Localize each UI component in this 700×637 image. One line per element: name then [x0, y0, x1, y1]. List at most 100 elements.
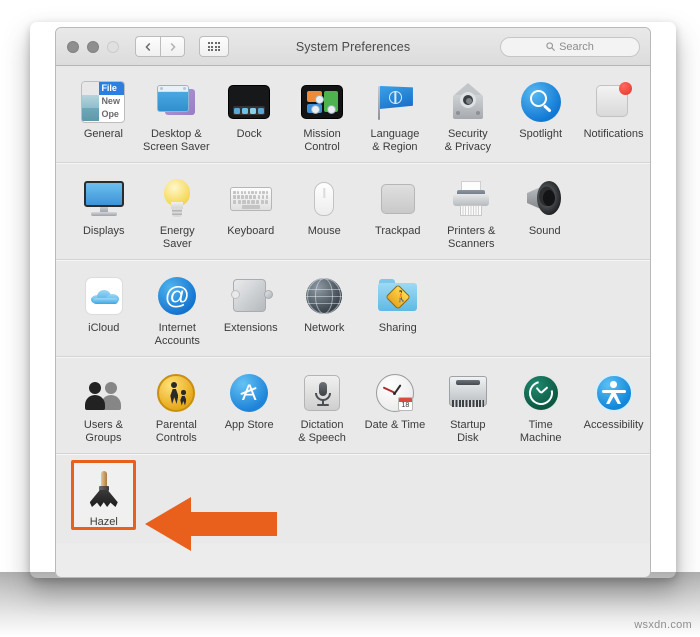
pref-item-spotlight[interactable]: Spotlight — [504, 78, 577, 153]
pref-item-extensions[interactable]: Extensions — [214, 272, 288, 347]
date-time-icon: 18 — [373, 371, 417, 415]
pref-item-security-privacy[interactable]: Security & Privacy — [431, 78, 504, 153]
security-privacy-icon — [446, 80, 490, 124]
pref-item-label: Spotlight — [519, 128, 563, 140]
pref-item-internet-accounts[interactable]: @ Internet Accounts — [141, 272, 215, 347]
pref-item-sound[interactable]: Sound — [508, 175, 582, 250]
pref-item-dictation-speech[interactable]: Dictation & Speech — [286, 369, 359, 444]
sound-icon — [523, 177, 567, 221]
pref-item-label: Network — [304, 322, 345, 334]
pref-item-label: Mission Control — [303, 128, 341, 153]
pref-item-label: Extensions — [223, 322, 278, 334]
printers-scanners-icon — [449, 177, 493, 221]
pref-item-trackpad[interactable]: Trackpad — [361, 175, 435, 250]
pref-item-printers-scanners[interactable]: Printers & Scanners — [435, 175, 509, 250]
pref-item-app-store[interactable]: A App Store — [213, 369, 286, 444]
pref-item-time-machine[interactable]: Time Machine — [504, 369, 577, 444]
notifications-icon — [592, 80, 636, 124]
pref-item-label: Parental Controls — [155, 419, 197, 444]
pref-item-label: Desktop & Screen Saver — [142, 128, 210, 153]
pref-item-dock[interactable]: Dock — [213, 78, 286, 153]
pref-item-sharing[interactable]: 🚶 Sharing — [361, 272, 435, 347]
pref-item-notifications[interactable]: Notifications — [577, 78, 650, 153]
pref-item-hazel[interactable]: Hazel — [67, 460, 141, 530]
pref-item-parental-controls[interactable]: Parental Controls — [140, 369, 213, 444]
pref-item-label: Dictation & Speech — [298, 419, 346, 444]
hazel-icon — [82, 468, 126, 512]
preference-pane-grid: File New Ope General Desktop & Screen Sa… — [56, 66, 650, 543]
pref-item-label: Printers & Scanners — [447, 225, 496, 250]
pref-item-mouse[interactable]: Mouse — [288, 175, 362, 250]
page-background: System Preferences Search File New Ope G… — [0, 0, 700, 637]
pref-item-network[interactable]: Network — [288, 272, 362, 347]
pref-item-label: Hazel — [89, 516, 118, 528]
users-groups-icon — [81, 371, 125, 415]
chevron-right-icon — [170, 42, 175, 51]
extensions-icon — [229, 274, 273, 318]
pref-item-label: Trackpad — [375, 225, 421, 237]
back-button[interactable] — [135, 36, 160, 57]
pref-item-label: General — [83, 128, 123, 140]
trackpad-icon — [376, 177, 420, 221]
pref-item-keyboard[interactable]: Keyboard — [214, 175, 288, 250]
pref-item-label: iCloud — [88, 322, 120, 334]
watermark-text: wsxdn.com — [634, 619, 692, 631]
desktop-backdrop — [0, 572, 700, 637]
desktop-screensaver-icon — [154, 80, 198, 124]
forward-button[interactable] — [160, 36, 185, 57]
pref-item-desktop-screen-saver[interactable]: Desktop & Screen Saver — [140, 78, 213, 153]
grid-icon — [207, 41, 221, 52]
pref-item-label: Dock — [236, 128, 262, 140]
navigation-buttons — [135, 36, 185, 57]
zoom-button[interactable] — [107, 40, 119, 53]
pref-item-label: Notifications — [583, 128, 644, 140]
pref-item-label: Date & Time — [364, 419, 426, 431]
icloud-icon — [82, 274, 126, 318]
general-icon: File New Ope — [81, 80, 126, 124]
pref-item-label: Internet Accounts — [154, 322, 200, 347]
pref-item-icloud[interactable]: iCloud — [67, 272, 141, 347]
pref-item-mission-control[interactable]: Mission Control — [286, 78, 359, 153]
mission-control-icon — [300, 80, 344, 124]
close-button[interactable] — [67, 40, 79, 53]
dock-icon — [227, 80, 271, 124]
pref-item-users-groups[interactable]: Users & Groups — [67, 369, 140, 444]
pref-item-label: Time Machine — [519, 419, 562, 444]
pref-item-label: Mouse — [307, 225, 341, 237]
pref-item-label: Startup Disk — [450, 419, 486, 444]
pref-item-label: Energy Saver — [159, 225, 195, 250]
mouse-icon — [302, 177, 346, 221]
pref-item-energy-saver[interactable]: Energy Saver — [141, 175, 215, 250]
chevron-left-icon — [145, 42, 151, 51]
search-placeholder: Search — [559, 40, 594, 53]
pref-row-hardware: Displays Energy Saver Keyboard Mouse Tra… — [56, 163, 650, 260]
minimize-button[interactable] — [87, 40, 99, 53]
pref-item-label: Accessibility — [583, 419, 644, 431]
pref-item-label: Sharing — [378, 322, 417, 334]
pref-item-startup-disk[interactable]: Startup Disk — [431, 369, 504, 444]
pref-item-displays[interactable]: Displays — [67, 175, 141, 250]
annotation-arrow — [145, 497, 277, 551]
pref-item-language-region[interactable]: Language & Region — [359, 78, 432, 153]
pref-item-label: App Store — [224, 419, 274, 431]
pref-item-accessibility[interactable]: Accessibility — [577, 369, 650, 444]
accessibility-icon — [592, 371, 636, 415]
search-icon — [546, 42, 555, 51]
pref-item-label: Displays — [82, 225, 125, 237]
dictation-speech-icon — [300, 371, 344, 415]
search-field[interactable]: Search — [500, 36, 640, 57]
network-icon — [302, 274, 346, 318]
internet-accounts-icon: @ — [155, 274, 199, 318]
parental-controls-icon — [154, 371, 198, 415]
pref-item-label: Sound — [528, 225, 561, 237]
pref-item-date-time[interactable]: 18 Date & Time — [359, 369, 432, 444]
pref-row-internet: iCloud @ Internet Accounts Extensions Ne… — [56, 260, 650, 357]
pref-item-general[interactable]: File New Ope General — [67, 78, 140, 153]
energy-saver-icon — [155, 177, 199, 221]
keyboard-icon — [229, 177, 273, 221]
pref-item-label: Users & Groups — [83, 419, 123, 444]
displays-icon — [82, 177, 126, 221]
show-all-button[interactable] — [199, 36, 229, 57]
pref-item-label: Keyboard — [227, 225, 275, 237]
spotlight-icon — [519, 80, 563, 124]
